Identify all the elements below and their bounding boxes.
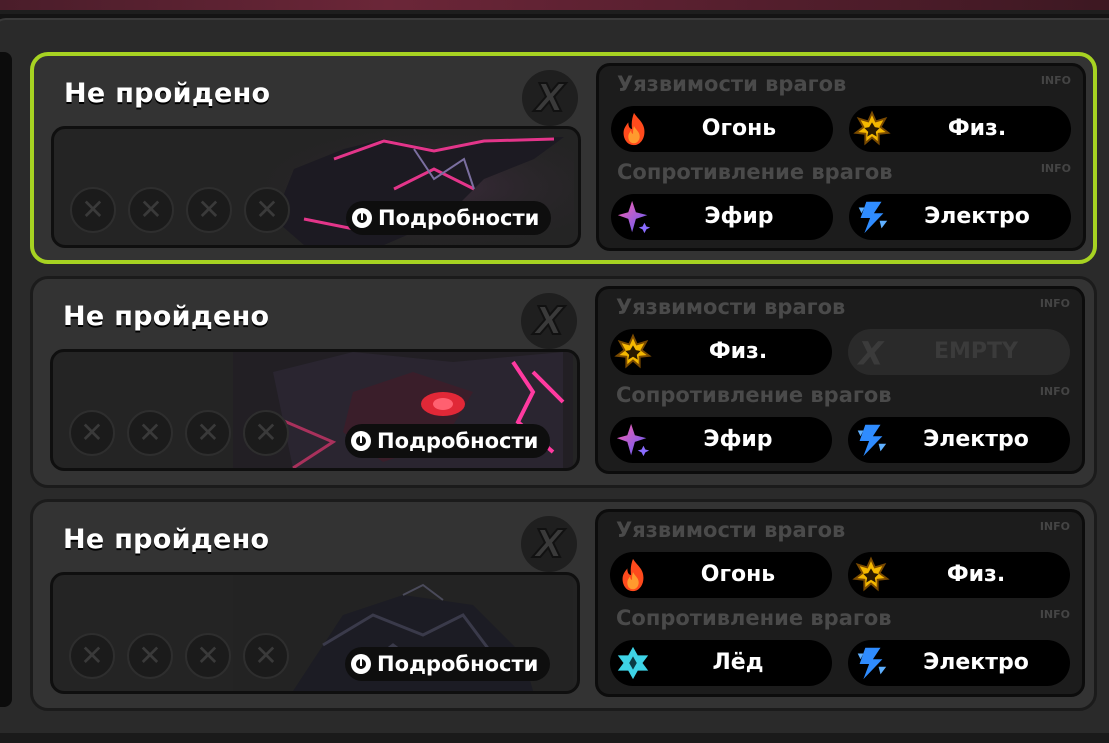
element-name: Лёд xyxy=(712,650,764,675)
element-panel: Уязвимости врагов INFO Физ. X EMPTY Сопр… xyxy=(595,286,1085,474)
empty-icon: X xyxy=(852,333,890,372)
empty-slot-icon[interactable]: ✕ xyxy=(127,633,173,679)
electric-icon xyxy=(852,421,890,459)
empty-slot-icon[interactable]: ✕ xyxy=(243,633,289,679)
element-pill-fire[interactable]: Огонь xyxy=(610,552,832,598)
stage-status: Не пройдено xyxy=(63,301,270,332)
info-label[interactable]: INFO xyxy=(1040,520,1070,533)
ether-icon xyxy=(615,198,653,236)
empty-slot-icon[interactable]: ✕ xyxy=(69,410,115,456)
info-label[interactable]: INFO xyxy=(1040,385,1070,398)
bottom-strip xyxy=(0,733,1109,743)
element-name: Эфир xyxy=(703,427,773,452)
element-name: Электро xyxy=(923,427,1029,452)
enemy-preview[interactable]: ✕ ✕ ✕ ✕ Подробности xyxy=(50,349,580,471)
details-button[interactable]: Подробности xyxy=(345,424,551,458)
element-pill-fire[interactable]: Огонь xyxy=(611,106,833,152)
details-button[interactable]: Подробности xyxy=(345,647,551,681)
empty-slot-icon[interactable]: ✕ xyxy=(185,633,231,679)
info-label[interactable]: INFO xyxy=(1040,297,1070,310)
element-pill-electric[interactable]: Электро xyxy=(848,640,1070,686)
element-panel: Уязвимости врагов INFO Огонь Физ. Сопрот… xyxy=(595,509,1085,697)
element-pill-ether[interactable]: Эфир xyxy=(611,194,833,240)
physical-icon xyxy=(852,556,890,594)
resistance-label: Сопротивление врагов xyxy=(617,160,893,184)
physical-icon xyxy=(614,333,652,371)
empty-slot-icon[interactable]: ✕ xyxy=(70,187,116,233)
element-name: Физ. xyxy=(947,116,1007,141)
element-pill-empty[interactable]: X EMPTY xyxy=(848,329,1070,375)
ether-icon xyxy=(614,421,652,459)
element-name: Огонь xyxy=(700,562,776,587)
stage-card[interactable]: Не пройдено X ✕ ✕ ✕ ✕ Подробности Уязвим… xyxy=(30,276,1097,488)
close-icon[interactable]: X xyxy=(522,70,578,126)
info-label[interactable]: INFO xyxy=(1041,162,1071,175)
resistance-label: Сопротивление врагов xyxy=(616,606,892,630)
close-icon[interactable]: X xyxy=(521,293,577,349)
empty-slot-icon[interactable]: ✕ xyxy=(186,187,232,233)
fire-icon xyxy=(615,110,653,148)
details-label: Подробности xyxy=(378,206,540,230)
info-label[interactable]: INFO xyxy=(1041,74,1071,87)
fire-icon xyxy=(614,556,652,594)
element-name: Электро xyxy=(923,650,1029,675)
ice-icon xyxy=(614,644,652,682)
element-pill-physical[interactable]: Физ. xyxy=(849,106,1071,152)
weakness-label: Уязвимости врагов xyxy=(616,518,846,542)
physical-icon xyxy=(853,110,891,148)
electric-icon xyxy=(852,644,890,682)
clock-icon xyxy=(351,654,371,674)
stage-status: Не пройдено xyxy=(63,524,270,555)
element-name: EMPTY xyxy=(934,339,1018,364)
element-pill-ether[interactable]: Эфир xyxy=(610,417,832,463)
element-name: Физ. xyxy=(946,562,1006,587)
empty-slot-icon[interactable]: ✕ xyxy=(69,633,115,679)
enemy-preview[interactable]: ✕ ✕ ✕ ✕ Подробности xyxy=(50,572,580,694)
left-rail xyxy=(0,52,12,707)
character-slots: ✕ ✕ ✕ ✕ xyxy=(69,633,289,679)
resistance-label: Сопротивление врагов xyxy=(616,383,892,407)
top-banner xyxy=(0,0,1109,14)
weakness-label: Уязвимости врагов xyxy=(616,295,846,319)
details-label: Подробности xyxy=(377,429,539,453)
character-slots: ✕ ✕ ✕ ✕ xyxy=(69,410,289,456)
close-icon[interactable]: X xyxy=(521,516,577,572)
element-name: Электро xyxy=(924,204,1030,229)
character-slots: ✕ ✕ ✕ ✕ xyxy=(70,187,290,233)
empty-slot-icon[interactable]: ✕ xyxy=(127,410,173,456)
clock-icon xyxy=(351,431,371,451)
empty-slot-icon[interactable]: ✕ xyxy=(128,187,174,233)
enemy-preview[interactable]: ✕ ✕ ✕ ✕ Подробности xyxy=(51,126,581,248)
element-panel: Уязвимости врагов INFO Огонь Физ. Сопрот… xyxy=(596,63,1086,251)
element-name: Огонь xyxy=(701,116,777,141)
element-pill-ice[interactable]: Лёд xyxy=(610,640,832,686)
element-pill-physical[interactable]: Физ. xyxy=(848,552,1070,598)
weakness-label: Уязвимости врагов xyxy=(617,72,847,96)
stage-card[interactable]: Не пройдено X ✕ ✕ ✕ ✕ Подробности Уязвим… xyxy=(30,499,1097,711)
clock-icon xyxy=(352,208,372,228)
element-pill-physical[interactable]: Физ. xyxy=(610,329,832,375)
electric-icon xyxy=(853,198,891,236)
empty-slot-icon[interactable]: ✕ xyxy=(185,410,231,456)
empty-slot-icon[interactable]: ✕ xyxy=(244,187,290,233)
details-label: Подробности xyxy=(377,652,539,676)
element-name: Эфир xyxy=(704,204,774,229)
info-label[interactable]: INFO xyxy=(1040,608,1070,621)
stage-status: Не пройдено xyxy=(64,78,271,109)
element-pill-electric[interactable]: Электро xyxy=(849,194,1071,240)
stage-card[interactable]: Не пройдено X ✕ ✕ ✕ ✕ Подробности Уязвим… xyxy=(30,52,1097,264)
element-pill-electric[interactable]: Электро xyxy=(848,417,1070,463)
details-button[interactable]: Подробности xyxy=(346,201,552,235)
empty-slot-icon[interactable]: ✕ xyxy=(243,410,289,456)
element-name: Физ. xyxy=(708,339,768,364)
svg-text:X: X xyxy=(857,334,886,371)
